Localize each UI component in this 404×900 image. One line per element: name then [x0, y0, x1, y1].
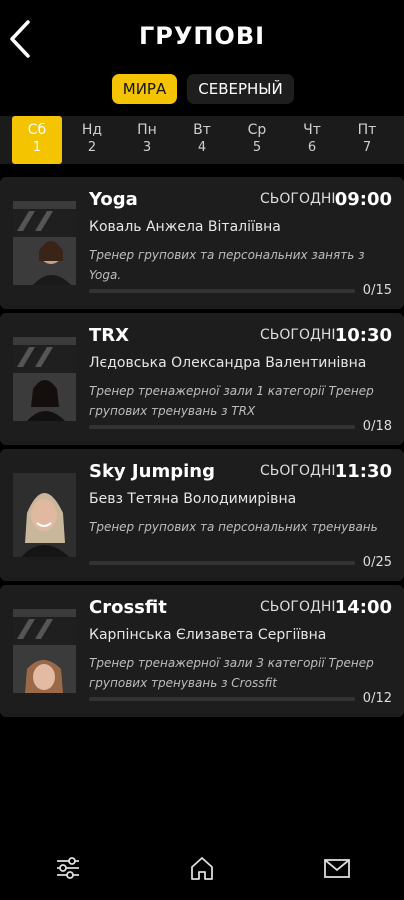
day-label: СЬОГОДНІ	[260, 327, 336, 343]
trainer-description: Тренер тренажерної зали 3 категорії Трен…	[89, 656, 374, 690]
class-time: 09:00	[334, 189, 392, 210]
location-switcher: МИРА СЕВЕРНЫЙ	[0, 74, 404, 104]
capacity-bar	[89, 289, 355, 293]
class-card-sky-jumping[interactable]: Sky Jumping СЬОГОДНІ 11:30 Бевз Тетяна В…	[0, 449, 404, 581]
class-time: 11:30	[334, 461, 392, 482]
filter-button[interactable]	[48, 848, 88, 888]
class-card-trx[interactable]: TRX СЬОГОДНІ 10:30 Лєдовська Олександра …	[0, 313, 404, 445]
day-number: 3	[142, 140, 152, 155]
day-name: Чт	[303, 122, 321, 138]
capacity-count: 0/25	[362, 555, 392, 570]
day-label: СЬОГОДНІ	[260, 191, 336, 207]
trainer-description: Тренер групових та персональних тренуван…	[89, 520, 378, 534]
trainer-photo	[13, 201, 76, 285]
trainer-name: Карпінська Єлизавета Сергіївна	[89, 627, 327, 643]
capacity-count: 0/15	[362, 283, 392, 298]
day-number: 7	[362, 140, 372, 155]
class-time: 14:00	[334, 597, 392, 618]
day-tab-tue[interactable]: Вт 4	[177, 116, 227, 164]
day-tab-wed[interactable]: Ср 5	[232, 116, 282, 164]
day-name: Ср	[247, 122, 267, 138]
day-number: 2	[87, 140, 97, 155]
trainer-description: Тренер групових та персональних занять з…	[89, 248, 365, 282]
day-name: Пн	[137, 122, 157, 138]
trainer-name: Бевз Тетяна Володимирівна	[89, 491, 297, 507]
mail-icon	[324, 859, 350, 878]
home-icon	[191, 857, 213, 880]
day-tab-fri[interactable]: Пт 7	[342, 116, 392, 164]
day-name: Вт	[193, 122, 211, 138]
class-name: Yoga	[89, 189, 138, 210]
day-tab-mon[interactable]: Пн 3	[122, 116, 172, 164]
trainer-description: Тренер тренажерної зали 1 категорії Трен…	[89, 384, 374, 418]
home-button[interactable]	[182, 848, 222, 888]
location-tab-myra[interactable]: МИРА	[112, 74, 177, 104]
day-label: СЬОГОДНІ	[260, 599, 336, 615]
class-card-crossfit[interactable]: Crossfit СЬОГОДНІ 14:00 Карпінська Єлиза…	[0, 585, 404, 717]
day-name: Пт	[357, 122, 377, 138]
class-name: TRX	[89, 325, 130, 346]
day-number: 6	[307, 140, 317, 155]
location-tab-severny[interactable]: СЕВЕРНЫЙ	[187, 74, 294, 104]
bottom-nav	[0, 840, 404, 900]
day-number: 4	[197, 140, 207, 155]
trainer-photo	[13, 609, 76, 693]
capacity-count: 0/12	[362, 691, 392, 706]
trainer-name: Коваль Анжела Віталіївна	[89, 219, 281, 235]
day-tab-sun[interactable]: Нд 2	[67, 116, 117, 164]
day-selector: Сб 1 Нд 2 Пн 3 Вт 4 Ср 5 Чт 6 Пт 7	[0, 116, 404, 164]
capacity-count: 0/18	[362, 419, 392, 434]
trainer-photo	[13, 473, 76, 557]
class-name: Sky Jumping	[89, 461, 215, 482]
day-number: 5	[252, 140, 262, 155]
capacity-bar	[89, 425, 355, 429]
class-card-yoga[interactable]: Yoga СЬОГОДНІ 09:00 Коваль Анжела Віталі…	[0, 177, 404, 309]
day-tab-sat[interactable]: Сб 1	[12, 116, 62, 164]
header: ГРУПОВІ	[0, 0, 404, 72]
capacity-bar	[89, 697, 355, 701]
filter-icon	[57, 857, 79, 879]
day-name: Нд	[81, 122, 103, 138]
trainer-photo	[13, 337, 76, 421]
day-number: 1	[32, 140, 42, 155]
mail-button[interactable]	[317, 848, 357, 888]
day-label: СЬОГОДНІ	[260, 463, 336, 479]
day-tab-thu[interactable]: Чт 6	[287, 116, 337, 164]
capacity-bar	[89, 561, 355, 565]
day-name: Сб	[27, 122, 47, 138]
class-time: 10:30	[334, 325, 392, 346]
class-name: Crossfit	[89, 597, 167, 618]
page-title: ГРУПОВІ	[138, 22, 266, 50]
trainer-name: Лєдовська Олександра Валентинівна	[89, 355, 367, 371]
